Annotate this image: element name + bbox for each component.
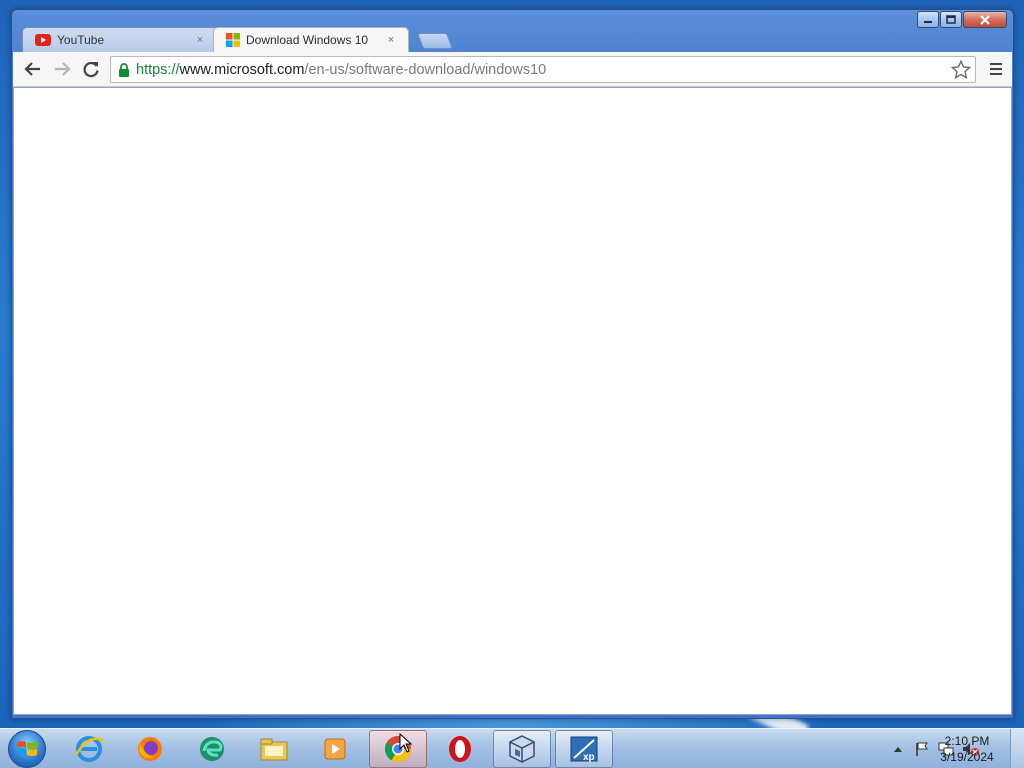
show-hidden-icons-button[interactable] bbox=[888, 739, 908, 759]
show-desktop-button[interactable] bbox=[1010, 729, 1024, 768]
taskbar-edge[interactable] bbox=[183, 730, 241, 768]
file-explorer-icon bbox=[260, 738, 288, 761]
maximize-icon bbox=[946, 15, 956, 24]
taskbar-media-player[interactable] bbox=[306, 730, 364, 768]
taskbar-internet-explorer[interactable] bbox=[60, 730, 118, 768]
clock-date: 3/19/2024 bbox=[940, 750, 994, 764]
reload-button[interactable] bbox=[77, 55, 105, 83]
windows-favicon bbox=[226, 33, 240, 47]
maximize-button[interactable] bbox=[940, 11, 962, 28]
taskbar-chrome[interactable] bbox=[369, 730, 427, 768]
tab-strip: YouTube × Download Windows 10 × bbox=[20, 27, 1010, 52]
taskbar: xp 2:10 PM 3/19/2024 bbox=[0, 728, 1024, 768]
tab-download-windows-10[interactable]: Download Windows 10 × bbox=[213, 27, 409, 52]
browser-toolbar: https://www.microsoft.com/en-us/software… bbox=[13, 52, 1012, 87]
url-scheme: https:// bbox=[136, 61, 180, 78]
tab-title: Download Windows 10 bbox=[246, 33, 369, 47]
start-button[interactable] bbox=[8, 730, 46, 768]
tab-title: YouTube bbox=[57, 33, 105, 47]
forward-button[interactable] bbox=[48, 55, 76, 83]
reload-icon bbox=[83, 61, 99, 78]
menu-bar-line bbox=[990, 68, 1002, 70]
edge-icon bbox=[200, 737, 224, 761]
virtual-xp-icon: xp bbox=[570, 736, 598, 763]
minimize-button[interactable] bbox=[917, 11, 939, 28]
menu-bar-line bbox=[990, 73, 1002, 75]
tab-close-button[interactable]: × bbox=[384, 34, 398, 46]
browser-window: YouTube × Download Windows 10 × https://… bbox=[11, 9, 1014, 719]
mouse-cursor-icon bbox=[399, 733, 413, 753]
address-bar[interactable]: https://www.microsoft.com/en-us/software… bbox=[110, 56, 976, 83]
minimize-icon bbox=[924, 20, 932, 23]
menu-bar-line bbox=[990, 63, 1002, 65]
close-icon bbox=[980, 14, 990, 25]
media-player-icon bbox=[324, 738, 346, 760]
chevron-up-icon bbox=[894, 747, 902, 752]
taskbar-file-explorer[interactable] bbox=[245, 730, 303, 768]
arrow-right-icon bbox=[55, 62, 71, 76]
chrome-menu-button[interactable] bbox=[988, 60, 1004, 78]
windows-logo-icon bbox=[17, 741, 37, 756]
clock-time: 2:10 PM bbox=[944, 734, 990, 748]
bookmark-star-icon[interactable] bbox=[950, 59, 972, 81]
back-button[interactable] bbox=[19, 55, 47, 83]
virtualbox-icon bbox=[509, 735, 535, 763]
taskbar-firefox[interactable] bbox=[121, 730, 179, 768]
url-path: /en-us/software-download/windows10 bbox=[304, 61, 547, 78]
lock-icon bbox=[119, 62, 129, 77]
new-tab-button[interactable] bbox=[417, 33, 453, 49]
svg-text:xp: xp bbox=[583, 752, 595, 763]
internet-explorer-icon bbox=[74, 736, 104, 762]
arrow-left-icon bbox=[24, 62, 40, 76]
youtube-favicon bbox=[35, 34, 51, 46]
url-host: www.microsoft.com bbox=[179, 61, 305, 78]
flag-icon bbox=[916, 742, 928, 756]
action-center-tray-item[interactable] bbox=[912, 739, 932, 759]
firefox-icon bbox=[138, 737, 162, 761]
page-content[interactable] bbox=[13, 87, 1012, 715]
tab-youtube[interactable]: YouTube × bbox=[22, 27, 218, 52]
opera-icon bbox=[449, 736, 471, 762]
taskbar-virtual-xp[interactable]: xp bbox=[555, 730, 613, 768]
taskbar-opera[interactable] bbox=[431, 730, 489, 768]
taskbar-virtualbox[interactable] bbox=[493, 730, 551, 768]
close-button[interactable] bbox=[963, 11, 1007, 28]
taskbar-clock[interactable]: 2:10 PM 3/19/2024 bbox=[932, 733, 1002, 765]
tab-close-button[interactable]: × bbox=[193, 34, 207, 46]
